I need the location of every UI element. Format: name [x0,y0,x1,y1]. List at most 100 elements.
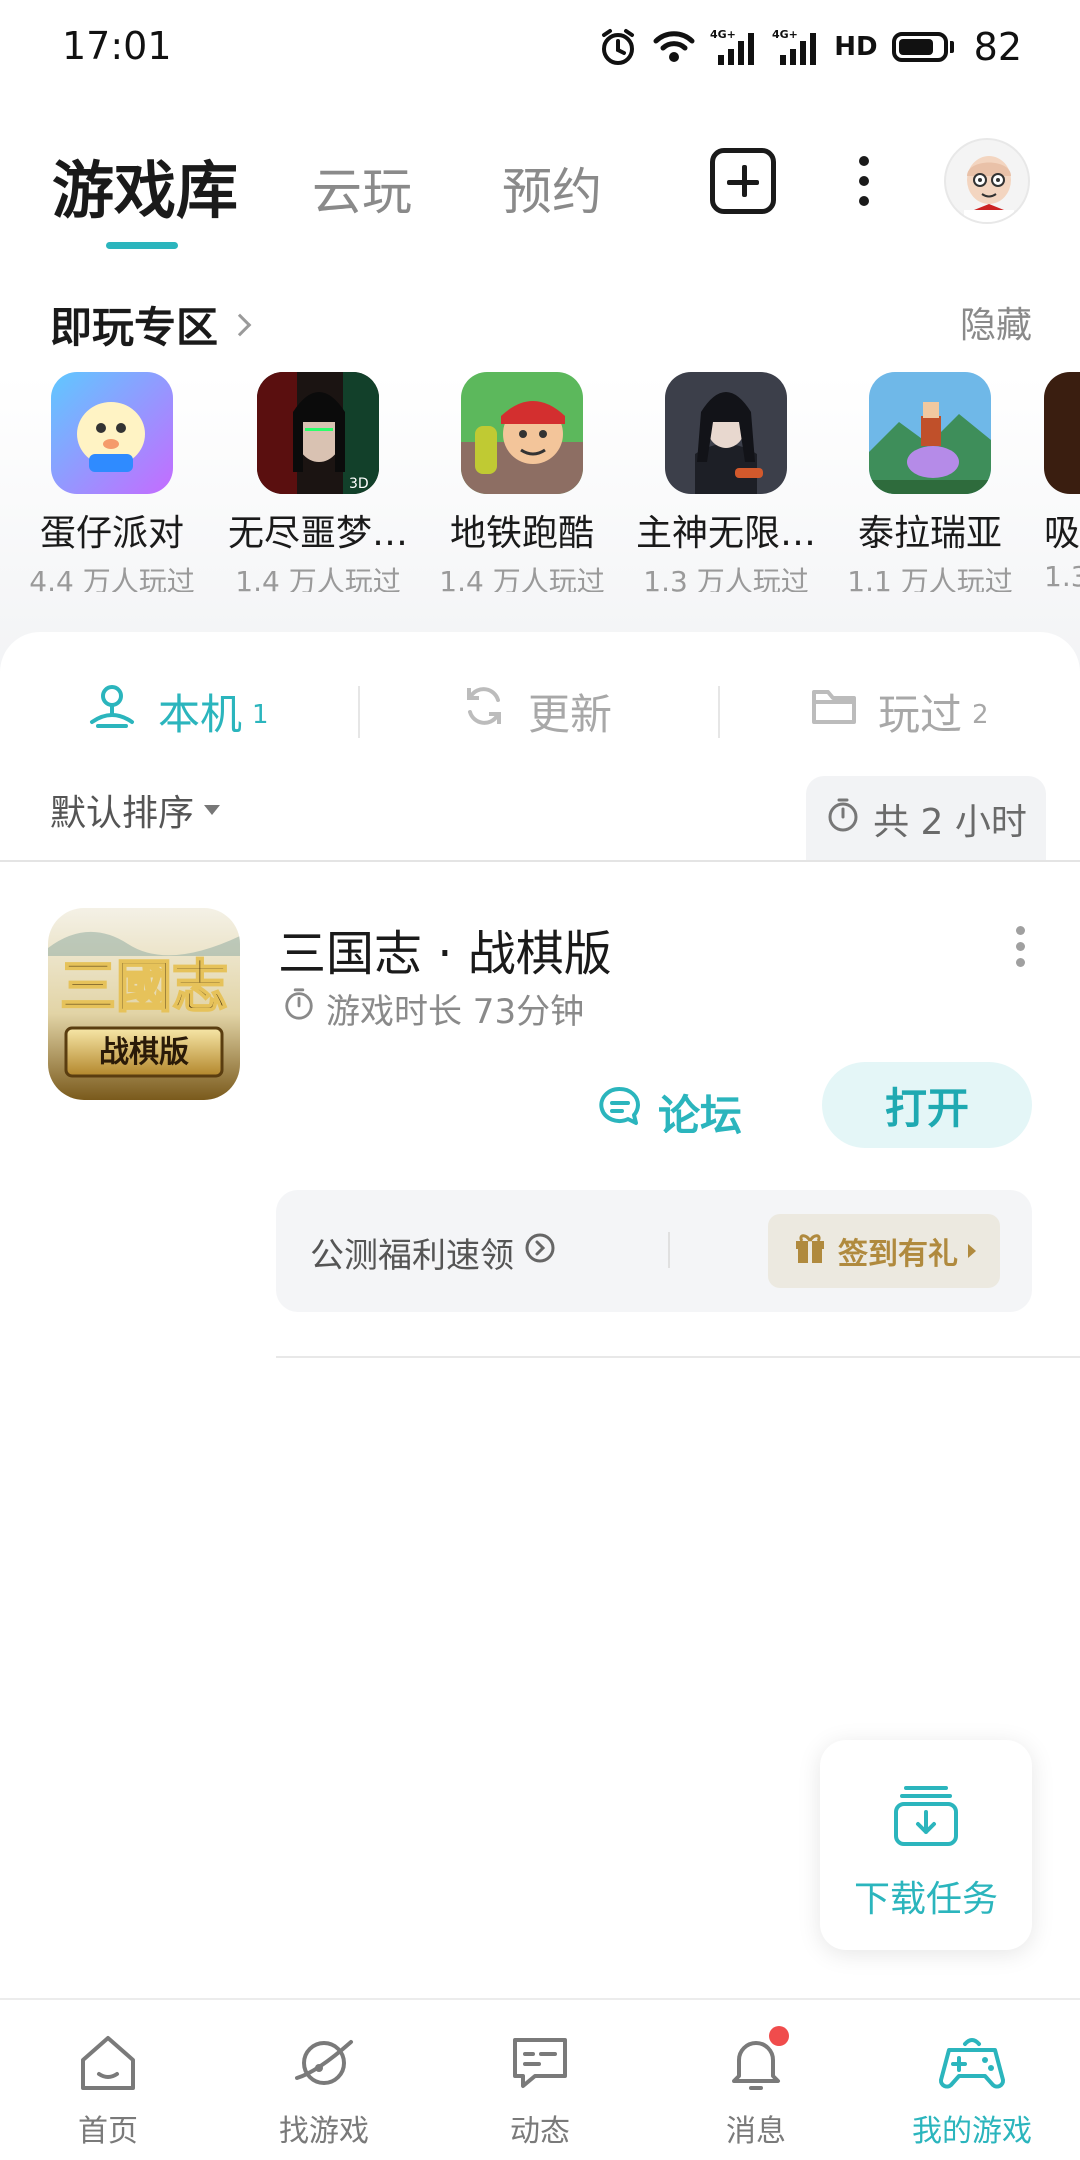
active-tab-indicator [106,242,178,249]
svg-text:4G+: 4G+ [772,28,798,41]
notification-badge [769,2026,789,2046]
nav-home[interactable]: 首页 [18,2028,198,2150]
svg-text:4G+: 4G+ [710,28,736,41]
quick-game-item[interactable]: 地铁跑酷 1.4 万人玩过 [432,372,612,592]
nav-home-label: 首页 [78,2114,138,2149]
hide-button[interactable]: 隐藏 [960,296,1032,348]
gamepad-icon [937,2028,1007,2098]
chat-icon [505,2028,575,2098]
promo-text: 公测福利速领 [310,1236,514,1276]
gift-icon [792,1229,828,1273]
segment-update[interactable]: 更新 [460,666,612,756]
quick-game-item[interactable]: 吸 1.3 [1044,372,1080,592]
home-icon [73,2028,143,2098]
game-icon-subway-surfers [461,372,583,494]
nav-messages[interactable]: 消息 [666,2026,846,2150]
quick-game-item[interactable]: 蛋仔派对 4.4 万人玩过 [22,372,202,592]
divider [358,686,360,738]
signin-label: 签到有礼 [838,1237,958,1272]
signal-icon-1: 4G+ [710,27,758,67]
download-tasks-button[interactable]: 下载任务 [820,1740,1032,1950]
quick-game-item[interactable]: 3D 无尽噩梦… 1.4 万人玩过 [228,372,408,592]
planet-icon [289,2028,359,2098]
promo-banner: 公测福利速领 签到有礼 [276,1190,1032,1312]
quick-play-list: 蛋仔派对 4.4 万人玩过 3D 无尽噩梦… 1.4 万人玩过 地铁跑酷 1.4… [0,372,1080,592]
nav-my-games[interactable]: 我的游戏 [882,2028,1062,2150]
plus-square-icon[interactable] [710,148,776,214]
user-pin-icon [86,680,138,742]
game-name: 地铁跑酷 [449,513,594,554]
sort-label: 默认排序 [50,793,195,834]
quick-game-item[interactable]: 泰拉瑞亚 1.1 万人玩过 [840,372,1020,592]
segment-played[interactable]: 玩过 2 [810,666,989,756]
download-tray-icon [892,1780,960,1852]
timer-icon [825,797,861,842]
quick-play-title-text: 即玩专区 [50,303,219,352]
more-vertical-icon[interactable] [850,156,878,206]
wifi-icon [652,29,696,65]
game-title: 三国志 · 战棋版 [278,926,612,982]
game-name: 吸 [1044,513,1080,554]
promo-link[interactable]: 公测福利速领 [310,1228,556,1277]
caret-down-icon [204,805,221,815]
game-play-count: 1.1 万人玩过 [847,565,1013,592]
download-tasks-label: 下载任务 [853,1879,998,1920]
open-button[interactable]: 打开 [822,1062,1032,1148]
battery-level: 82 [973,25,1022,69]
hd-indicator: HD [834,32,878,62]
chevron-circle-icon [524,1232,556,1273]
timer-icon [282,987,316,1030]
game-icon-sanguozhi[interactable]: 三國志 战棋版 [48,908,240,1100]
game-play-count: 1.3 [1044,560,1080,592]
nav-messages-label: 消息 [726,2114,786,2149]
game-name: 泰拉瑞亚 [857,513,1002,554]
sort-dropdown[interactable]: 默认排序 [50,784,221,836]
more-vertical-icon[interactable] [1014,926,1026,967]
refresh-icon [460,682,508,740]
divider [0,860,1080,862]
tab-game-library[interactable]: 游戏库 [52,140,238,230]
nav-feed-label: 动态 [510,2114,570,2149]
segment-update-label: 更新 [528,689,613,739]
status-icons: 4G+ 4G+ HD 82 [598,22,1022,72]
total-time-text: 共 2 小时 [873,802,1027,843]
avatar[interactable] [944,138,1030,224]
game-play-time: 游戏时长 73分钟 [282,984,584,1033]
game-name: 无尽噩梦… [228,513,408,554]
game-icon-partial [1044,372,1080,494]
quick-game-item[interactable]: 主神无限… 1.3 万人玩过 [636,372,816,592]
divider [668,1232,670,1268]
segment-played-label: 玩过 [878,689,963,739]
svg-text:3D: 3D [349,476,369,492]
nav-my-games-label: 我的游戏 [912,2114,1032,2149]
quick-play-title[interactable]: 即玩专区 [50,294,252,355]
game-icon-terraria [869,372,991,494]
nav-find-games[interactable]: 找游戏 [234,2028,414,2150]
folder-icon [810,684,858,738]
game-icon-infinite [665,372,787,494]
segment-local-label: 本机 [158,689,243,739]
nav-feed[interactable]: 动态 [450,2028,630,2150]
header: 游戏库 云玩 预约 [0,130,1080,250]
chat-bubble-icon [596,1083,644,1141]
nav-find-games-label: 找游戏 [279,2114,369,2149]
segment-local[interactable]: 本机 1 [86,666,269,756]
tab-reserve[interactable]: 预约 [502,152,602,224]
game-play-count: 1.3 万人玩过 [643,565,809,592]
total-play-time: 共 2 小时 [806,776,1046,862]
segment-played-count: 2 [972,700,989,730]
status-bar: 17:01 4G+ 4G+ HD 82 [0,0,1080,96]
segment-tabs: 本机 1 更新 玩过 2 [0,666,1080,756]
forum-button[interactable]: 论坛 [596,1072,742,1152]
game-icon-endless-nightmare: 3D [257,372,379,494]
alarm-icon [598,27,638,67]
icon-title-text: 三國志 [60,954,228,1020]
segment-local-count: 1 [252,700,269,730]
bottom-navigation: 首页 找游戏 动态 消息 我的游戏 [0,1998,1080,2160]
game-play-count: 4.4 万人玩过 [29,565,195,592]
status-time: 17:01 [62,24,172,68]
signin-gift-button[interactable]: 签到有礼 [768,1214,1000,1288]
signal-icon-2: 4G+ [772,27,820,67]
tab-cloud-play[interactable]: 云玩 [312,152,412,224]
forum-label: 论坛 [658,1090,743,1140]
